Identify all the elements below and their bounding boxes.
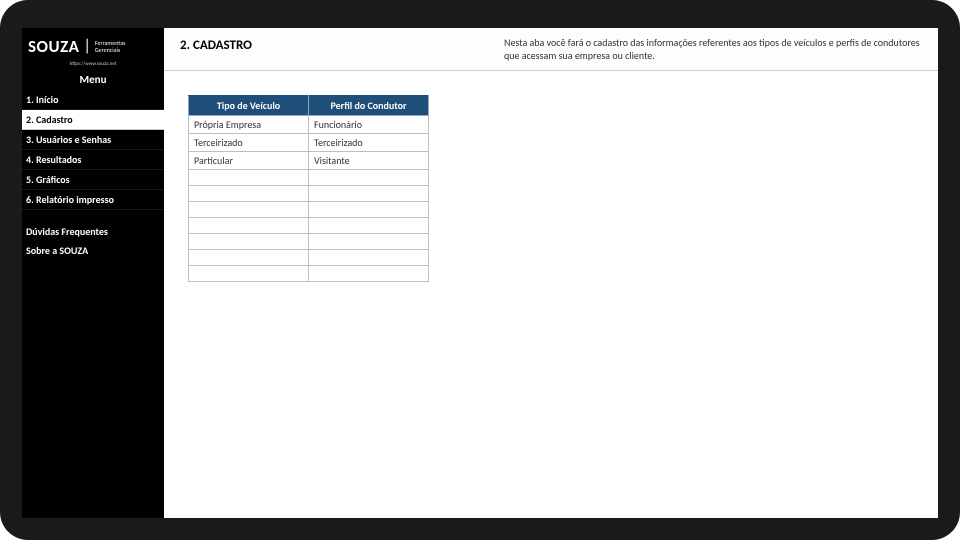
logo: SOUZA | FerramentasGerenciais (22, 36, 164, 63)
table-body: Própria EmpresaFuncionário TerceirizadoT… (189, 116, 429, 282)
app-screen: SOUZA | FerramentasGerenciais https://ww… (22, 28, 938, 518)
logo-url: https://www.souza.net (22, 61, 164, 67)
logo-divider: | (83, 39, 90, 55)
sidebar: SOUZA | FerramentasGerenciais https://ww… (22, 28, 164, 518)
page-description: Nesta aba você fará o cadastro das infor… (504, 28, 938, 70)
cell-tipo[interactable] (189, 218, 309, 234)
sidebar-item-about[interactable]: Sobre a SOUZA (22, 241, 164, 260)
cell-tipo[interactable]: Particular (189, 152, 309, 170)
content-area: Tipo de Veículo Perfil do Condutor Própr… (164, 71, 938, 282)
cell-tipo[interactable] (189, 250, 309, 266)
cell-tipo[interactable] (189, 234, 309, 250)
col-header-perfil: Perfil do Condutor (309, 96, 429, 116)
table-row (189, 218, 429, 234)
cell-tipo[interactable] (189, 202, 309, 218)
cell-perfil[interactable] (309, 266, 429, 282)
cell-perfil[interactable] (309, 186, 429, 202)
table-row: TerceirizadoTerceirizado (189, 134, 429, 152)
cell-perfil[interactable] (309, 170, 429, 186)
table-row (189, 170, 429, 186)
sidebar-item-graficos[interactable]: 5. Gráficos (22, 170, 164, 190)
sidebar-item-cadastro[interactable]: 2. Cadastro (22, 110, 164, 130)
sidebar-item-resultados[interactable]: 4. Resultados (22, 150, 164, 170)
cell-perfil[interactable] (309, 202, 429, 218)
logo-text: SOUZA (28, 36, 79, 57)
sidebar-item-usuarios[interactable]: 3. Usuários e Senhas (22, 130, 164, 150)
cell-perfil[interactable]: Terceirizado (309, 134, 429, 152)
cadastro-table: Tipo de Veículo Perfil do Condutor Própr… (188, 95, 429, 282)
page-header: 2. CADASTRO Nesta aba você fará o cadast… (164, 28, 938, 71)
cell-perfil[interactable]: Visitante (309, 152, 429, 170)
cell-tipo[interactable]: Própria Empresa (189, 116, 309, 134)
table-row (189, 234, 429, 250)
sidebar-item-inicio[interactable]: 1. Início (22, 90, 164, 110)
page-title: 2. CADASTRO (164, 28, 504, 70)
menu-heading: Menu (22, 71, 164, 90)
sidebar-item-relatorio[interactable]: 6. Relatório impresso (22, 190, 164, 210)
tablet-frame: SOUZA | FerramentasGerenciais https://ww… (0, 0, 960, 540)
table-row: ParticularVisitante (189, 152, 429, 170)
cell-tipo[interactable]: Terceirizado (189, 134, 309, 152)
cell-perfil[interactable] (309, 234, 429, 250)
cell-perfil[interactable]: Funcionário (309, 116, 429, 134)
cell-perfil[interactable] (309, 250, 429, 266)
table-row (189, 266, 429, 282)
table-row (189, 250, 429, 266)
cell-tipo[interactable] (189, 170, 309, 186)
col-header-tipo: Tipo de Veículo (189, 96, 309, 116)
sidebar-item-faq[interactable]: Dúvidas Frequentes (22, 222, 164, 241)
table-row: Própria EmpresaFuncionário (189, 116, 429, 134)
logo-subtitle: FerramentasGerenciais (95, 40, 126, 53)
cell-tipo[interactable] (189, 186, 309, 202)
cell-perfil[interactable] (309, 218, 429, 234)
cell-tipo[interactable] (189, 266, 309, 282)
main-area: 2. CADASTRO Nesta aba você fará o cadast… (164, 28, 938, 518)
table-row (189, 186, 429, 202)
table-row (189, 202, 429, 218)
